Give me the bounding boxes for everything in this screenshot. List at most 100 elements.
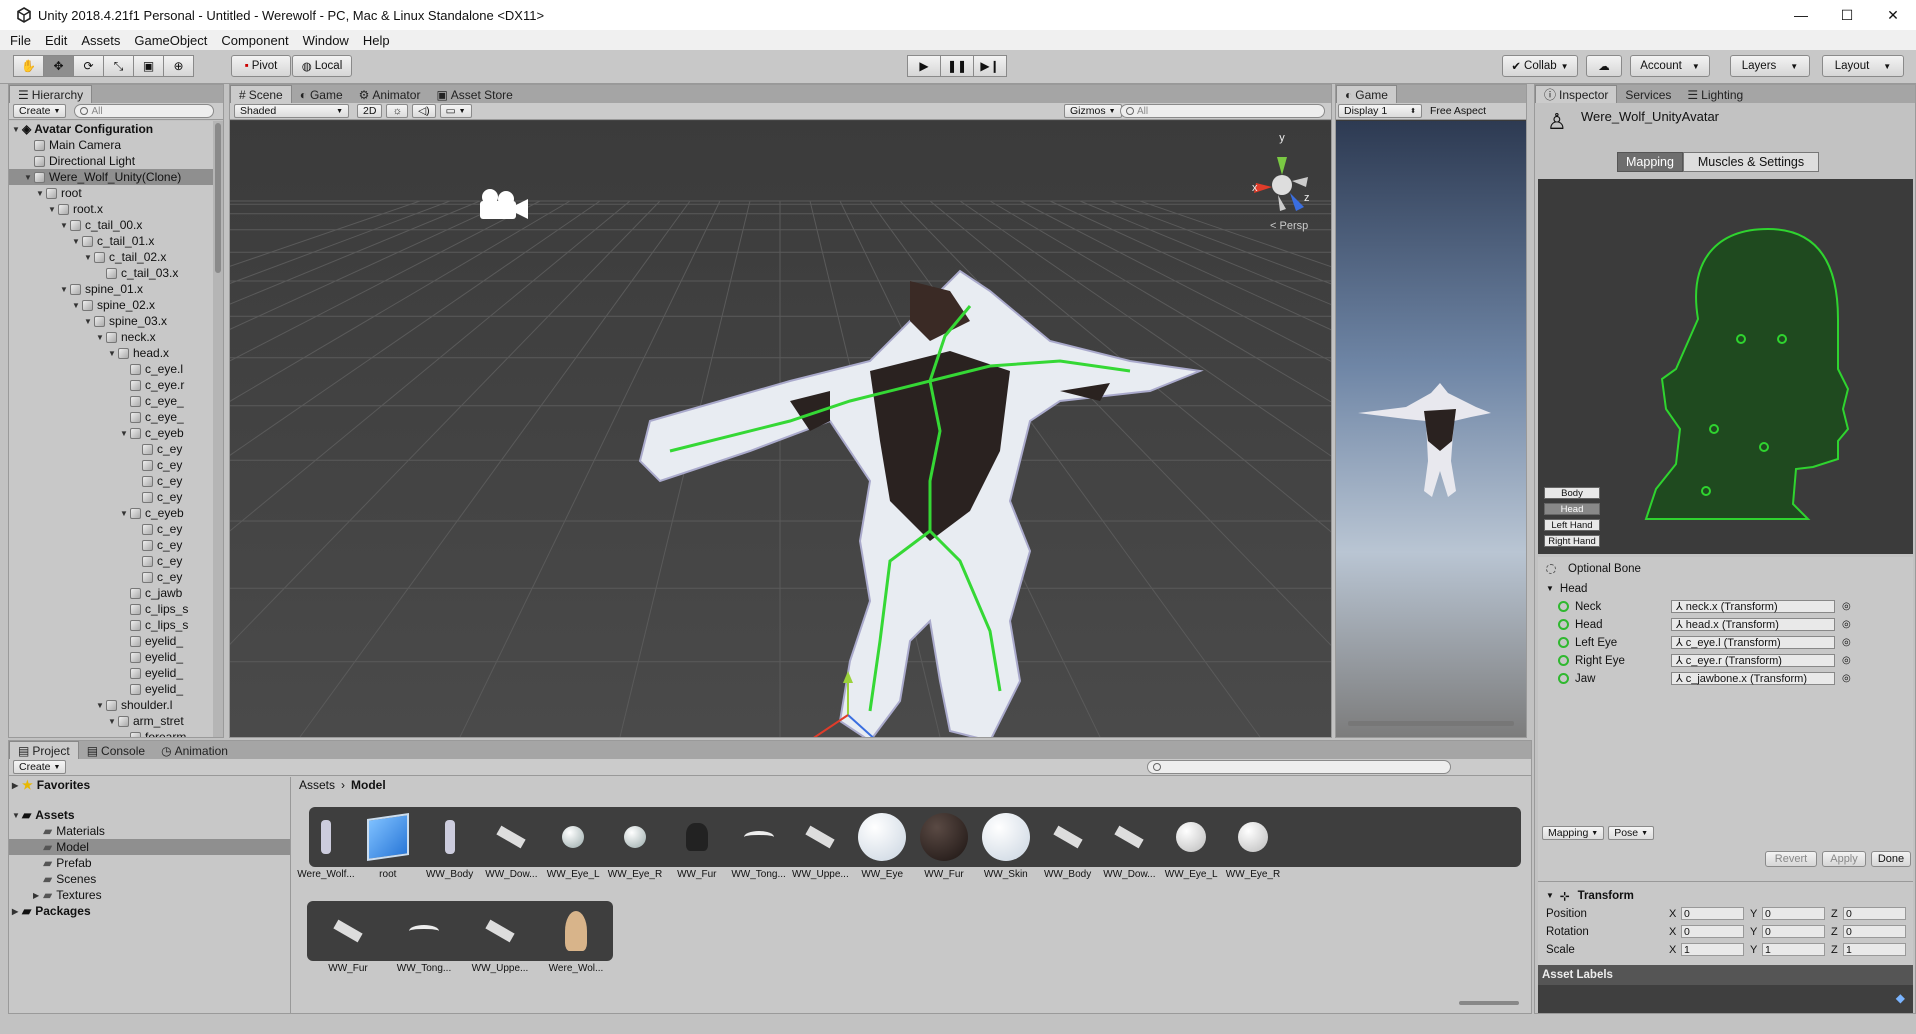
hierarchy-search-input[interactable]: All	[74, 104, 215, 118]
thumbnail-size-slider[interactable]	[1459, 1001, 1519, 1005]
asset-item[interactable]: WW_Skin	[971, 811, 1041, 880]
transform-z-field[interactable]: 0	[1843, 907, 1906, 920]
menu-window[interactable]: Window	[303, 33, 349, 48]
hierarchy-item[interactable]: c_lips_s	[9, 617, 214, 633]
layers-dropdown[interactable]: Layers ▼	[1730, 55, 1810, 77]
close-button[interactable]: ✕	[1870, 0, 1916, 30]
asset-item[interactable]: WW_Tong...	[389, 905, 459, 974]
transform-x-field[interactable]: 1	[1681, 943, 1744, 956]
transform-y-field[interactable]: 1	[1762, 943, 1825, 956]
menu-file[interactable]: File	[10, 33, 31, 48]
expand-arrow-icon[interactable]: ▼	[84, 253, 94, 262]
account-dropdown[interactable]: Account ▼	[1630, 55, 1710, 77]
bone-object-field[interactable]: ⅄ neck.x (Transform)	[1671, 600, 1835, 613]
hierarchy-item[interactable]: ▼ spine_02.x	[9, 297, 214, 313]
hierarchy-item[interactable]: c_eye_	[9, 409, 214, 425]
hierarchy-item[interactable]: c_tail_03.x	[9, 265, 214, 281]
asset-item[interactable]: WW_Dow...	[476, 811, 546, 880]
breadcrumb-assets[interactable]: Assets	[299, 778, 335, 792]
hierarchy-item[interactable]: Main Camera	[9, 137, 214, 153]
tab-hierarchy[interactable]: ☰ Hierarchy	[9, 85, 93, 103]
pose-dropdown[interactable]: Pose ▼	[1608, 826, 1655, 840]
transform-z-field[interactable]: 1	[1843, 943, 1906, 956]
transform-z-field[interactable]: 0	[1843, 925, 1906, 938]
move-tool-icon[interactable]: ✥	[43, 55, 74, 77]
tab-inspector[interactable]: ⓘ Inspector	[1535, 85, 1618, 103]
asset-item[interactable]: WW_Body	[415, 811, 485, 880]
layout-dropdown[interactable]: Layout ▼	[1822, 55, 1904, 77]
asset-item[interactable]: WW_Dow...	[1094, 811, 1164, 880]
tab-game-view[interactable]: ◐ Game	[1336, 85, 1397, 103]
gizmos-dropdown[interactable]: Gizmos ▼	[1064, 104, 1122, 118]
hierarchy-item[interactable]: eyelid_	[9, 681, 214, 697]
hierarchy-item[interactable]: c_ey	[9, 569, 214, 585]
hierarchy-item[interactable]: ▼ c_eyeb	[9, 425, 214, 441]
persp-label[interactable]: < Persp	[1270, 220, 1308, 232]
mapping-tab[interactable]: Mapping	[1617, 152, 1683, 172]
hierarchy-scrollbar[interactable]	[213, 121, 223, 737]
object-picker-icon[interactable]: ◎	[1842, 655, 1851, 666]
object-picker-icon[interactable]: ◎	[1842, 637, 1851, 648]
asset-item[interactable]: Were_Wol...	[541, 905, 611, 974]
packages-folder[interactable]: ▶ ▰ Packages	[9, 903, 290, 919]
transform-y-field[interactable]: 0	[1762, 907, 1825, 920]
expand-arrow-icon[interactable]: ▼	[120, 509, 130, 518]
hierarchy-item[interactable]: ▼ root.x	[9, 201, 214, 217]
object-picker-icon[interactable]: ◎	[1842, 619, 1851, 630]
expand-arrow-icon[interactable]: ▼	[84, 317, 94, 326]
expand-arrow-icon[interactable]: ▼	[36, 189, 46, 198]
asset-item[interactable]: WW_Uppe...	[465, 905, 535, 974]
cloud-button[interactable]: ☁	[1586, 55, 1622, 77]
hierarchy-item[interactable]: ▼ arm_stret	[9, 713, 214, 729]
rect-tool-icon[interactable]: ▣	[133, 55, 164, 77]
favorites-folder[interactable]: ▶ ★ Favorites	[9, 777, 290, 793]
hierarchy-item[interactable]: c_ey	[9, 457, 214, 473]
tab-asset-store[interactable]: ▣ Asset Store	[428, 87, 520, 103]
tab-lighting[interactable]: ☰ Lighting	[1679, 87, 1751, 103]
menu-edit[interactable]: Edit	[45, 33, 67, 48]
object-picker-icon[interactable]: ◎	[1842, 601, 1851, 612]
minimize-button[interactable]: —	[1778, 0, 1824, 30]
hierarchy-item[interactable]: c_ey	[9, 441, 214, 457]
expand-arrow-icon[interactable]: ▼	[120, 429, 130, 438]
hierarchy-item[interactable]: ▼ c_tail_02.x	[9, 249, 214, 265]
asset-item[interactable]: Were_Wolf...	[291, 811, 361, 880]
menu-gameobject[interactable]: GameObject	[134, 33, 207, 48]
asset-item[interactable]: root	[353, 811, 423, 880]
scene-search-input[interactable]: All	[1120, 104, 1325, 118]
project-search-input[interactable]	[1147, 760, 1451, 774]
expand-arrow-icon[interactable]: ▼	[108, 349, 118, 358]
object-picker-icon[interactable]: ◎	[1842, 673, 1851, 684]
bone-object-field[interactable]: ⅄ c_eye.l (Transform)	[1671, 636, 1835, 649]
hierarchy-item[interactable]: ▼ spine_03.x	[9, 313, 214, 329]
hierarchy-item[interactable]: c_eye.r	[9, 377, 214, 393]
hierarchy-item[interactable]: c_eye.l	[9, 361, 214, 377]
hierarchy-item[interactable]: c_lips_s	[9, 601, 214, 617]
hierarchy-item[interactable]: c_ey	[9, 537, 214, 553]
bone-object-field[interactable]: ⅄ head.x (Transform)	[1671, 618, 1835, 631]
expand-arrow-icon[interactable]: ▼	[96, 701, 106, 710]
pause-button[interactable]: ❚❚	[940, 55, 974, 77]
apply-button[interactable]: Apply	[1822, 851, 1866, 867]
collab-dropdown[interactable]: ✔ Collab ▼	[1502, 55, 1578, 77]
left-hand-button[interactable]: Left Hand	[1544, 519, 1600, 531]
menu-component[interactable]: Component	[221, 33, 288, 48]
display-dropdown[interactable]: Display 1 ⬍	[1338, 104, 1422, 118]
hierarchy-item[interactable]: c_ey	[9, 489, 214, 505]
asset-item[interactable]: WW_Uppe...	[785, 811, 855, 880]
project-folder-item[interactable]: ▰ Model	[9, 839, 290, 855]
hierarchy-item[interactable]: eyelid_	[9, 665, 214, 681]
audio-toggle[interactable]: ◁)	[412, 104, 436, 118]
hierarchy-item[interactable]: ▼ spine_01.x	[9, 281, 214, 297]
lighting-toggle[interactable]: ☼	[386, 104, 409, 118]
expand-arrow-icon[interactable]: ▼	[24, 173, 34, 182]
bone-object-field[interactable]: ⅄ c_jawbone.x (Transform)	[1671, 672, 1835, 685]
revert-button[interactable]: Revert	[1765, 851, 1817, 867]
project-create-dropdown[interactable]: Create ▼	[13, 760, 67, 774]
hierarchy-item[interactable]: ▼ neck.x	[9, 329, 214, 345]
tab-console[interactable]: ▤ Console	[79, 743, 153, 759]
hierarchy-item[interactable]: ▼ root	[9, 185, 214, 201]
hierarchy-item[interactable]: c_eye_	[9, 393, 214, 409]
expand-arrow-icon[interactable]: ▼	[72, 301, 82, 310]
expand-arrow-icon[interactable]: ▼	[60, 285, 70, 294]
